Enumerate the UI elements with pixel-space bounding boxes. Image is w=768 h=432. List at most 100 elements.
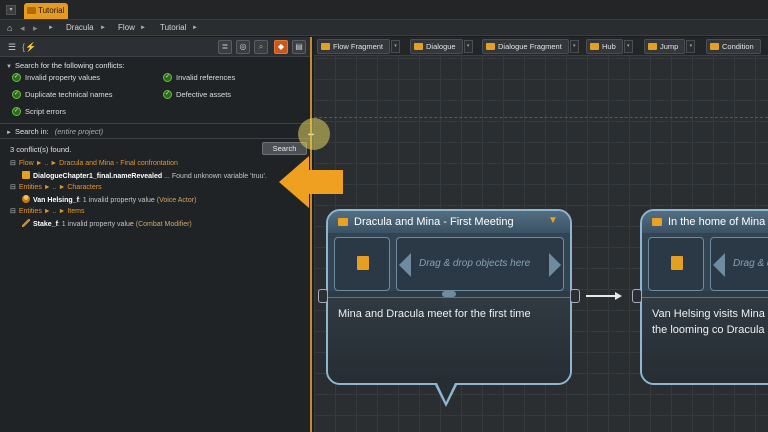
palette-label: Flow Fragment bbox=[333, 42, 384, 51]
globe-icon[interactable]: ◎ bbox=[236, 40, 250, 54]
flow-canvas[interactable]: Flow Fragment ▾ Dialogue ▾ Dialogue Fragme… bbox=[314, 37, 768, 432]
palette-label: Condition bbox=[722, 42, 754, 51]
node-preview-slot[interactable] bbox=[648, 237, 704, 291]
palette-condition[interactable]: Condition bbox=[706, 39, 761, 54]
node-header: In the home of Mina bbox=[642, 211, 768, 233]
hub-icon bbox=[590, 43, 599, 50]
result-item[interactable]: Van Helsing_f: 1 invalid property value … bbox=[22, 195, 196, 206]
breadcrumb-item-dracula[interactable]: Dracula bbox=[66, 22, 94, 34]
tutorial-arrow-icon bbox=[279, 156, 343, 208]
flow-fragment-icon bbox=[22, 171, 30, 179]
result-item[interactable]: Stake_f: 1 invalid property value (Comba… bbox=[22, 219, 192, 230]
breadcrumb-item-flow[interactable]: Flow bbox=[118, 22, 135, 34]
input-port[interactable] bbox=[318, 289, 328, 303]
filter-icon[interactable]: ≣ bbox=[218, 40, 232, 54]
palette-jump[interactable]: Jump ▾ bbox=[644, 39, 696, 54]
breadcrumb-separator: ► bbox=[100, 25, 106, 31]
jump-icon bbox=[648, 43, 657, 50]
result-item-detail: 1 invalid property value bbox=[82, 197, 155, 204]
node-preview-slot[interactable] bbox=[334, 237, 390, 291]
divider bbox=[0, 138, 310, 139]
collapse-arrow-icon[interactable]: ▼ bbox=[548, 216, 560, 226]
result-item-value: (Voice Actor) bbox=[156, 197, 197, 204]
checkmark-icon: ✓ bbox=[12, 90, 21, 99]
flow-fragment-icon bbox=[321, 43, 330, 50]
palette-flow-fragment[interactable]: Flow Fragment ▾ bbox=[317, 39, 401, 54]
node-header: Dracula and Mina - First Meeting ▼ bbox=[328, 211, 570, 233]
result-item-value: (Combat Modifier) bbox=[135, 221, 192, 228]
node-body: Van Helsing visits Mina to discuss the l… bbox=[642, 297, 768, 383]
palette-label: Jump bbox=[660, 42, 679, 51]
flow-fragment-icon bbox=[671, 256, 683, 270]
conflicts-icon[interactable]: ◆ bbox=[274, 40, 288, 54]
back-icon[interactable]: ◂ bbox=[20, 22, 25, 34]
flow-fragment-icon bbox=[357, 256, 369, 270]
collapse-icon: ► bbox=[6, 130, 12, 136]
result-item-detail: Found unknown variable 'truu'. bbox=[171, 173, 267, 180]
scroll-left-icon[interactable] bbox=[713, 253, 725, 277]
list-view-icon[interactable]: ☰ bbox=[6, 40, 18, 54]
dialogue-icon bbox=[414, 43, 423, 50]
flow-fragment-icon bbox=[652, 218, 662, 226]
attachment-drop-zone[interactable]: Drag & drop objects here bbox=[710, 237, 768, 291]
flow-fragment-node[interactable]: Dracula and Mina - First Meeting ▼ Drag … bbox=[326, 209, 572, 385]
scroll-left-icon[interactable] bbox=[399, 253, 411, 277]
result-item-name: Stake_f bbox=[33, 221, 58, 228]
scroll-right-icon[interactable] bbox=[549, 253, 561, 277]
check-invalid-references[interactable]: ✓ Invalid references bbox=[163, 73, 235, 83]
dropdown-icon[interactable]: ▾ bbox=[391, 40, 401, 53]
result-category[interactable]: ⊟ Entities ► .. ► Items bbox=[10, 207, 84, 217]
conflicts-section-label: Search for the following conflicts: bbox=[14, 61, 125, 70]
document-tab[interactable]: Tutorial bbox=[24, 3, 68, 19]
check-defective-assets[interactable]: ✓ Defective assets bbox=[163, 90, 231, 100]
resize-cursor-icon: ↔ bbox=[306, 128, 316, 139]
node-content-strip: Drag & drop objects here bbox=[328, 233, 570, 291]
palette-dialogue-fragment[interactable]: Dialogue Fragment ▾ bbox=[482, 39, 579, 54]
check-label: Duplicate technical names bbox=[25, 90, 113, 99]
collapse-tree-icon: ⊟ bbox=[10, 184, 16, 191]
search-icon[interactable]: ⌕ bbox=[254, 40, 268, 54]
flow-fragment-node[interactable]: In the home of Mina Drag & drop objects … bbox=[640, 209, 768, 385]
check-script-errors[interactable]: ✓ Script errors bbox=[12, 107, 66, 117]
input-port[interactable] bbox=[632, 289, 642, 303]
palette-hub[interactable]: Hub ▾ bbox=[586, 39, 633, 54]
search-in-header[interactable]: ► Search in: (entire project) bbox=[6, 127, 103, 136]
checkmark-icon: ✓ bbox=[163, 73, 172, 82]
dropdown-icon[interactable]: ▾ bbox=[623, 40, 633, 53]
breadcrumb-item-tutorial[interactable]: Tutorial bbox=[160, 22, 186, 34]
expand-icon: ▼ bbox=[6, 64, 12, 70]
conflicts-section-header[interactable]: ▼ Search for the following conflicts: bbox=[6, 61, 125, 70]
panel-toolbar: ☰ {⚡ ≣ ◎ ⌕ ◆ ▤ bbox=[0, 37, 310, 57]
home-icon[interactable]: ⌂ bbox=[7, 22, 12, 34]
palette-dialogue[interactable]: Dialogue ▾ bbox=[410, 39, 473, 54]
dropdown-icon[interactable]: ▾ bbox=[569, 40, 579, 53]
search-button[interactable]: Search bbox=[262, 142, 307, 155]
dropdown-icon[interactable]: ▾ bbox=[463, 40, 473, 53]
conflict-search-icon[interactable]: {⚡ bbox=[22, 40, 36, 54]
condition-icon bbox=[710, 43, 719, 50]
result-item[interactable]: DialogueChapter1_final.nameRevealed ... … bbox=[22, 171, 267, 182]
check-duplicate-technical-names[interactable]: ✓ Duplicate technical names bbox=[12, 90, 113, 100]
result-category[interactable]: ⊟ Entities ► .. ► Characters bbox=[10, 183, 102, 193]
attachment-drop-zone[interactable]: Drag & drop objects here bbox=[396, 237, 564, 291]
result-category[interactable]: ⊟ Flow ► .. ► Dracula and Mina - Final co… bbox=[10, 159, 178, 169]
check-invalid-property-values[interactable]: ✓ Invalid property values bbox=[12, 73, 100, 83]
checkmark-icon: ✓ bbox=[12, 107, 21, 116]
node-body: Mina and Dracula meet for the first time bbox=[328, 297, 570, 383]
document-icon[interactable]: ▤ bbox=[292, 40, 306, 54]
forward-icon[interactable]: ▸ bbox=[33, 22, 38, 34]
output-port[interactable] bbox=[570, 289, 580, 303]
breadcrumb-separator: ► bbox=[140, 25, 146, 31]
object-palette: Flow Fragment ▾ Dialogue ▾ Dialogue Fragme… bbox=[314, 37, 768, 56]
connection-line[interactable] bbox=[586, 295, 616, 297]
connection-arrowhead bbox=[615, 292, 622, 300]
folder-icon bbox=[27, 7, 36, 14]
dropdown-icon[interactable]: ▾ bbox=[686, 40, 696, 53]
result-category-path: Entities ► .. ► Items bbox=[18, 208, 85, 215]
node-text: Van Helsing visits Mina to discuss the l… bbox=[652, 308, 768, 336]
drop-zone-hint: Drag & drop objects here bbox=[419, 258, 531, 269]
window-menu-button[interactable]: ▾ bbox=[6, 5, 16, 15]
item-icon bbox=[22, 219, 30, 227]
result-count: 3 conflict(s) found. bbox=[10, 145, 72, 154]
result-item-name: Van Helsing_f bbox=[33, 197, 79, 204]
